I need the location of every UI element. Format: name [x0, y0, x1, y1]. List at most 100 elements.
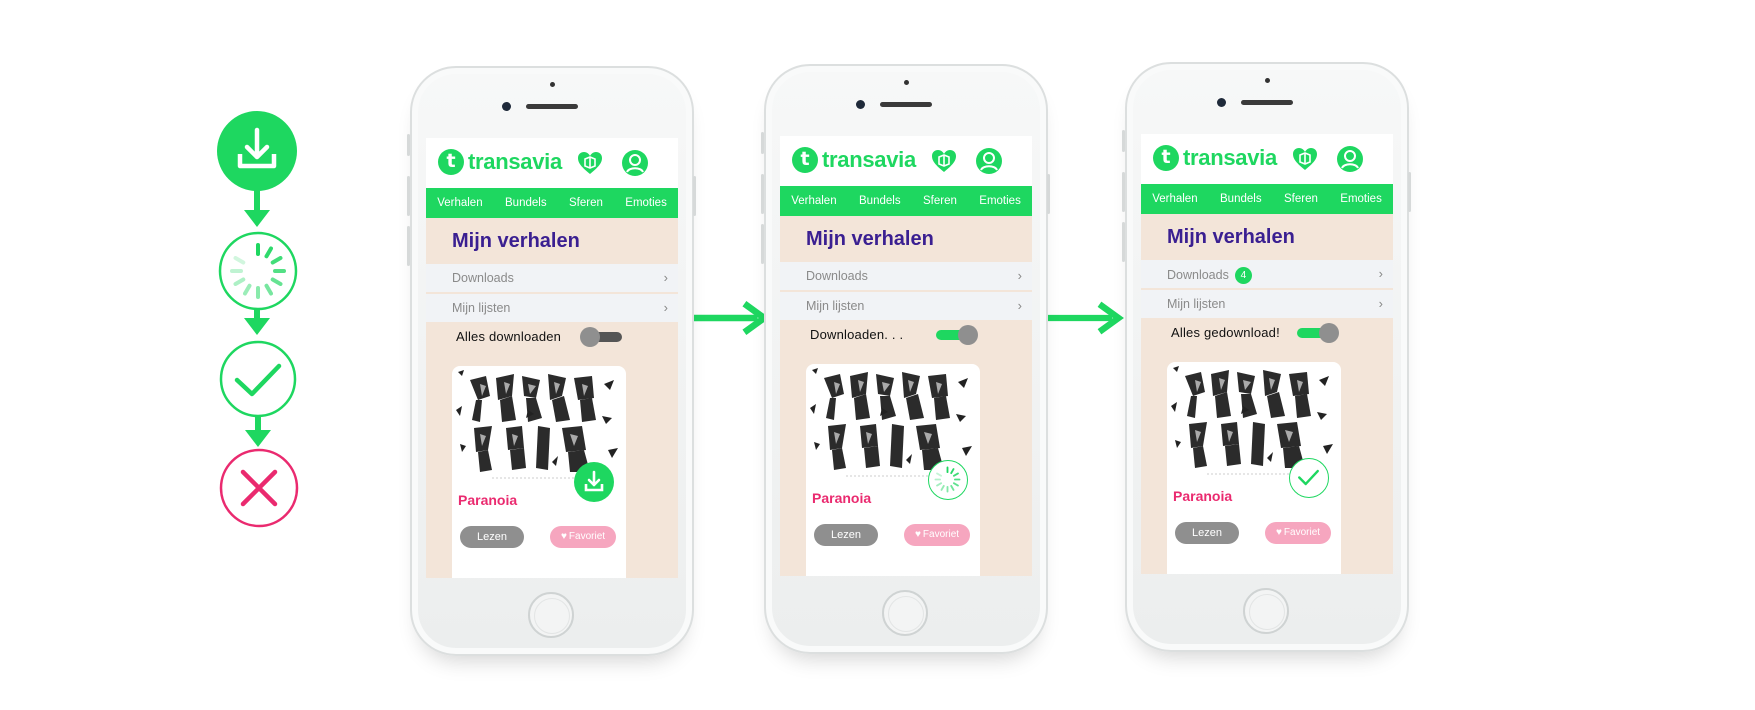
row-mijn-lijsten[interactable]: Mijn lijsten ›	[780, 292, 1032, 320]
heart-icon: ♥	[914, 529, 921, 540]
row-downloads[interactable]: Downloads ›	[426, 264, 678, 292]
logo-text: transavia	[468, 149, 562, 174]
logo-mark-icon: t	[438, 149, 464, 175]
download-all-toggle[interactable]	[934, 325, 978, 345]
download-all-toggle[interactable]	[580, 327, 624, 347]
favorite-button[interactable]: ♥ Favoriet	[1265, 522, 1331, 544]
nav-item-emoties[interactable]: Emoties	[614, 188, 678, 218]
nav-item-verhalen[interactable]: Verhalen	[1141, 184, 1209, 214]
chevron-right-icon: ›	[663, 270, 668, 285]
download-all-toggle[interactable]	[1295, 323, 1339, 343]
side-button	[1122, 172, 1125, 212]
favorites-heart-icon[interactable]	[930, 147, 958, 175]
front-camera	[1217, 98, 1226, 107]
row-downloads-label: Downloads	[806, 269, 868, 283]
app-header: t transavia	[1141, 134, 1393, 184]
row-mijn-lijsten[interactable]: Mijn lijsten ›	[426, 294, 678, 322]
app-screen: t transavia Verhalen Bundels Sferen Emot…	[780, 136, 1032, 576]
nav-item-bundels[interactable]: Bundels	[848, 186, 912, 216]
nav-item-verhalen[interactable]: Verhalen	[426, 188, 494, 218]
downloads-count-badge: 4	[1234, 267, 1252, 284]
app-screen: t transavia Verhalen Bundels Sferen Emot…	[1141, 134, 1393, 574]
home-button[interactable]	[1243, 588, 1289, 634]
state-legend	[0, 0, 360, 710]
profile-icon[interactable]	[975, 147, 1003, 175]
read-button[interactable]: Lezen	[814, 524, 878, 546]
heart-icon: ♥	[1275, 527, 1282, 538]
side-button	[761, 132, 764, 154]
favorite-button[interactable]: ♥ Favoriet	[904, 524, 970, 546]
main-nav: Verhalen Bundels Sferen Emoties	[426, 188, 678, 218]
check-icon	[1298, 469, 1319, 486]
home-button[interactable]	[528, 592, 574, 638]
download-all-label: Alles gedownload!	[1171, 325, 1280, 340]
row-lists-label: Mijn lijsten	[452, 301, 511, 315]
profile-icon[interactable]	[1336, 145, 1364, 173]
nav-item-bundels[interactable]: Bundels	[494, 188, 558, 218]
transavia-logo[interactable]: t transavia	[1153, 145, 1277, 171]
read-button[interactable]: Lezen	[460, 526, 524, 548]
side-button	[407, 134, 410, 156]
page-title: Mijn verhalen	[1167, 226, 1295, 248]
nav-item-emoties[interactable]: Emoties	[968, 186, 1032, 216]
story-title: Paranoia	[458, 492, 518, 508]
close-icon	[219, 448, 299, 528]
download-status-button[interactable]	[1289, 458, 1329, 498]
favorite-button[interactable]: ♥ Favoriet	[550, 526, 616, 548]
download-all-label: Downloaden. . .	[810, 327, 904, 342]
nav-item-verhalen[interactable]: Verhalen	[780, 186, 848, 216]
page-title: Mijn verhalen	[452, 230, 580, 252]
side-button	[1122, 222, 1125, 262]
story-title: Paranoia	[812, 490, 872, 506]
logo-mark-icon: t	[1153, 145, 1179, 171]
proximity-sensor	[904, 80, 909, 85]
side-button	[693, 176, 696, 216]
nav-item-sferen[interactable]: Sferen	[1273, 184, 1329, 214]
phone-downloaded: t transavia Verhalen Bundels Sferen Emot…	[1122, 62, 1411, 652]
row-downloads[interactable]: Downloads 4 ›	[1141, 260, 1393, 288]
nav-item-emoties[interactable]: Emoties	[1329, 184, 1393, 214]
favorites-heart-icon[interactable]	[576, 149, 604, 177]
story-card[interactable]: Paranoia Lezen ♥ Favoriet	[806, 364, 980, 576]
main-nav: Verhalen Bundels Sferen Emoties	[1141, 184, 1393, 214]
page-title: Mijn verhalen	[806, 228, 934, 250]
app-header: t transavia	[780, 136, 1032, 186]
toggle-knob	[958, 325, 978, 345]
favorites-heart-icon[interactable]	[1291, 145, 1319, 173]
row-mijn-lijsten[interactable]: Mijn lijsten ›	[1141, 290, 1393, 318]
row-lists-label: Mijn lijsten	[806, 299, 865, 313]
story-card[interactable]: Paranoia Lezen ♥ Favoriet	[452, 366, 626, 578]
nav-item-sferen[interactable]: Sferen	[558, 188, 614, 218]
front-camera	[502, 102, 511, 111]
download-all-label: Alles downloaden	[456, 329, 562, 344]
phone-idle: t transavia Verhalen Bundels Sferen Emot…	[407, 66, 696, 656]
nav-item-sferen[interactable]: Sferen	[912, 186, 968, 216]
nav-item-bundels[interactable]: Bundels	[1209, 184, 1273, 214]
earpiece-speaker	[880, 102, 932, 107]
row-downloads-label: Downloads 4	[1167, 267, 1252, 284]
chevron-right-icon: ›	[1378, 266, 1383, 281]
app-screen: t transavia Verhalen Bundels Sferen Emot…	[426, 138, 678, 578]
chevron-right-icon: ›	[663, 300, 668, 315]
logo-text: transavia	[1183, 145, 1277, 170]
row-downloads[interactable]: Downloads ›	[780, 262, 1032, 290]
earpiece-speaker	[1241, 100, 1293, 105]
side-button	[1047, 174, 1050, 214]
home-button[interactable]	[882, 590, 928, 636]
earpiece-speaker	[526, 104, 578, 109]
side-button	[407, 226, 410, 266]
download-status-button[interactable]	[574, 462, 614, 502]
app-header: t transavia	[426, 138, 678, 188]
story-card[interactable]: Paranoia Lezen ♥ Favoriet	[1167, 362, 1341, 574]
download-status-button[interactable]	[928, 460, 968, 500]
row-downloads-label: Downloads	[452, 271, 514, 285]
profile-icon[interactable]	[621, 149, 649, 177]
read-button[interactable]: Lezen	[1175, 522, 1239, 544]
main-nav: Verhalen Bundels Sferen Emoties	[780, 186, 1032, 216]
check-icon	[219, 340, 297, 418]
front-camera	[856, 100, 865, 109]
transavia-logo[interactable]: t transavia	[438, 149, 562, 175]
side-button	[761, 174, 764, 214]
transavia-logo[interactable]: t transavia	[792, 147, 916, 173]
chevron-right-icon: ›	[1378, 296, 1383, 311]
